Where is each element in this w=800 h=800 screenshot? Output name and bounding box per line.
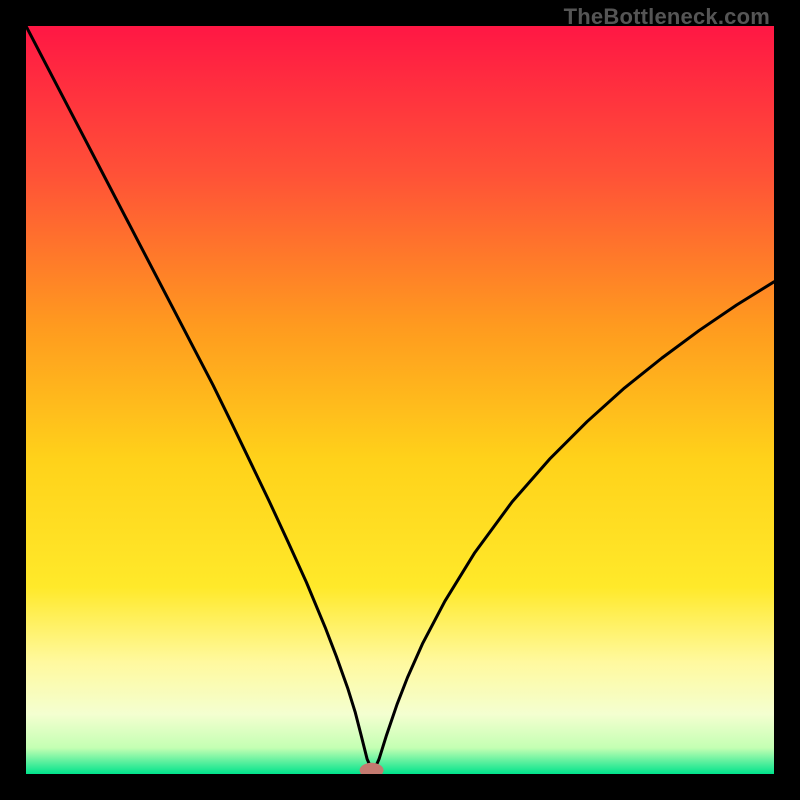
bottleneck-chart [26, 26, 774, 774]
chart-frame [26, 26, 774, 774]
chart-background [26, 26, 774, 774]
